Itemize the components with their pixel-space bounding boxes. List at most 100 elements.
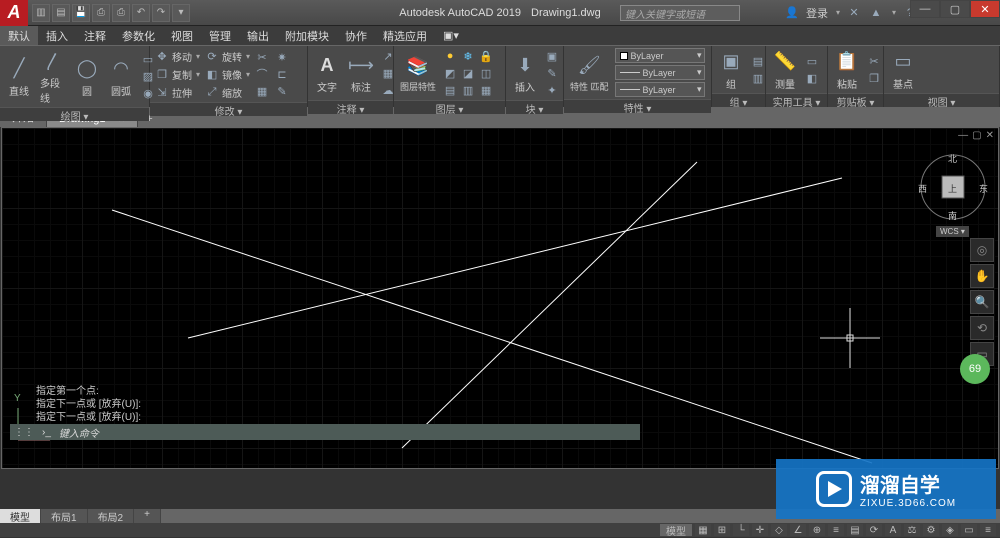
tab-output[interactable]: 输出: [239, 26, 277, 45]
qat-redo-icon[interactable]: ↷: [152, 4, 170, 22]
status-anno-icon[interactable]: A: [885, 524, 901, 536]
nav-wheel-icon[interactable]: ◎: [970, 238, 994, 262]
trim-icon[interactable]: ✂: [254, 49, 270, 65]
matchprop-button[interactable]: 🖌特性 匹配: [568, 53, 611, 93]
app-logo[interactable]: A: [0, 0, 28, 26]
notification-bubble[interactable]: 69: [960, 354, 990, 384]
create-block-icon[interactable]: ▣: [544, 48, 560, 64]
scale-button[interactable]: ⤢缩放: [204, 84, 250, 100]
circle-button[interactable]: ◯圆: [72, 56, 102, 98]
paste-button[interactable]: 📋粘贴: [832, 49, 862, 91]
layout-model[interactable]: 模型: [0, 509, 41, 523]
insert-button[interactable]: ⬇插入: [510, 52, 540, 94]
move-button[interactable]: ✥移动▾: [154, 48, 200, 64]
panel-annot-title[interactable]: 注释 ▾: [308, 100, 393, 114]
nav-pan-icon[interactable]: ✋: [970, 264, 994, 288]
vcube-wcs[interactable]: WCS ▾: [936, 226, 969, 237]
stretch-button[interactable]: ⇲拉伸: [154, 84, 200, 100]
layer-tool2-icon[interactable]: ▥: [460, 82, 476, 98]
command-line[interactable]: ⋮⋮ ›_ 键入命令: [10, 424, 640, 440]
layer-tool-icon[interactable]: ▤: [442, 82, 458, 98]
lineweight-combo[interactable]: ByLayer▾: [615, 65, 705, 80]
polyline-button[interactable]: 〳多段线: [38, 48, 68, 105]
panel-block-title[interactable]: 块 ▾: [506, 100, 563, 114]
group-button[interactable]: ▣组: [716, 49, 746, 91]
calc-icon[interactable]: ▭: [804, 53, 820, 69]
offset-icon[interactable]: ⊏: [274, 66, 290, 82]
help-search-input[interactable]: 键入关键字或短语: [620, 5, 740, 21]
array-icon[interactable]: ▦: [254, 83, 270, 99]
status-model-button[interactable]: 模型: [660, 524, 692, 536]
status-lw-icon[interactable]: ≡: [828, 524, 844, 536]
a360-caret-icon[interactable]: ▾: [892, 8, 896, 17]
copy-button[interactable]: ❐复制▾: [154, 66, 200, 82]
layer-match-icon[interactable]: ◫: [478, 65, 494, 81]
arc-button[interactable]: ◠圆弧: [106, 56, 136, 98]
login-button[interactable]: 登录: [806, 5, 828, 21]
bulb-icon[interactable]: ●: [442, 48, 458, 64]
edit-block-icon[interactable]: ✎: [544, 65, 560, 81]
user-icon[interactable]: 👤: [784, 5, 800, 21]
linetype-combo[interactable]: ByLayer▾: [615, 82, 705, 97]
panel-util-title[interactable]: 实用工具 ▾: [766, 93, 827, 107]
qat-new-icon[interactable]: ▥: [32, 4, 50, 22]
tab-view[interactable]: 视图: [163, 26, 201, 45]
close-button[interactable]: ✕: [970, 0, 1000, 18]
panel-viewbase-title[interactable]: 视图 ▾: [884, 93, 999, 107]
tab-featured[interactable]: 精选应用: [375, 26, 435, 45]
tab-manage[interactable]: 管理: [201, 26, 239, 45]
nav-orbit-icon[interactable]: ⟲: [970, 316, 994, 340]
layout-2[interactable]: 布局2: [88, 509, 135, 523]
tab-default[interactable]: 默认: [0, 26, 38, 45]
tab-insert[interactable]: 插入: [38, 26, 76, 45]
panel-layer-title[interactable]: 图层 ▾: [394, 100, 505, 114]
a360-icon[interactable]: ▲: [868, 5, 884, 21]
status-grid-icon[interactable]: ▦: [695, 524, 711, 536]
status-ws-icon[interactable]: ⚙: [923, 524, 939, 536]
tab-collab[interactable]: 协作: [337, 26, 375, 45]
freeze-icon[interactable]: ❄: [460, 48, 476, 64]
layer-iso-icon[interactable]: ◩: [442, 65, 458, 81]
text-button[interactable]: A文字: [312, 52, 342, 94]
status-scale-icon[interactable]: ⚖: [904, 524, 920, 536]
status-dyn-icon[interactable]: ⊕: [809, 524, 825, 536]
status-snap-icon[interactable]: ⊞: [714, 524, 730, 536]
panel-clip-title[interactable]: 剪贴板 ▾: [828, 93, 883, 107]
tab-parametric[interactable]: 参数化: [114, 26, 163, 45]
layer-off-icon[interactable]: ◪: [460, 65, 476, 81]
layerprops-button[interactable]: 📚图层特性: [398, 53, 438, 93]
qat-drop-icon[interactable]: ▾: [172, 4, 190, 22]
qat-plot-icon[interactable]: ⎙: [112, 4, 130, 22]
panel-prop-title[interactable]: 特性 ▾: [564, 99, 711, 113]
drawing-area[interactable]: — ▢ ✕ Y 北 南 东 西 上 WCS ▾ ◎ ✋ 🔍 ⟲ ▭ 指定: [1, 127, 999, 469]
qat-open-icon[interactable]: ▤: [52, 4, 70, 22]
login-caret-icon[interactable]: ▾: [836, 8, 840, 17]
panel-group-title[interactable]: 组 ▾: [712, 93, 765, 107]
panel-draw-title[interactable]: 绘图 ▾: [0, 107, 149, 121]
fillet-icon[interactable]: ⌒: [254, 66, 270, 82]
cmd-chevron-icon[interactable]: ›_: [38, 427, 55, 438]
status-otrack-icon[interactable]: ∠: [790, 524, 806, 536]
status-ortho-icon[interactable]: └: [733, 524, 749, 536]
status-cycle-icon[interactable]: ⟳: [866, 524, 882, 536]
maximize-button[interactable]: ▢: [940, 0, 970, 18]
copy2-icon[interactable]: ❐: [866, 70, 882, 86]
tab-launcher-icon[interactable]: ▣▾: [435, 26, 467, 45]
layout-add[interactable]: +: [134, 509, 161, 523]
base-button[interactable]: ▭基点: [888, 49, 918, 91]
groupedit-icon[interactable]: ▥: [750, 70, 766, 86]
lock-icon[interactable]: 🔒: [478, 48, 494, 64]
attr-icon[interactable]: ✦: [544, 82, 560, 98]
status-osnap-icon[interactable]: ◇: [771, 524, 787, 536]
status-custom-icon[interactable]: ≡: [980, 524, 996, 536]
dim-button[interactable]: ⟼标注: [346, 52, 376, 94]
status-iso-icon[interactable]: ◈: [942, 524, 958, 536]
mirror-button[interactable]: ◧镜像▾: [204, 66, 250, 82]
layout-1[interactable]: 布局1: [41, 509, 88, 523]
status-trans-icon[interactable]: ▤: [847, 524, 863, 536]
ungroup-icon[interactable]: ▤: [750, 53, 766, 69]
status-clean-icon[interactable]: ▭: [961, 524, 977, 536]
qat-undo-icon[interactable]: ↶: [132, 4, 150, 22]
cut-icon[interactable]: ✂: [866, 53, 882, 69]
nav-zoom-icon[interactable]: 🔍: [970, 290, 994, 314]
